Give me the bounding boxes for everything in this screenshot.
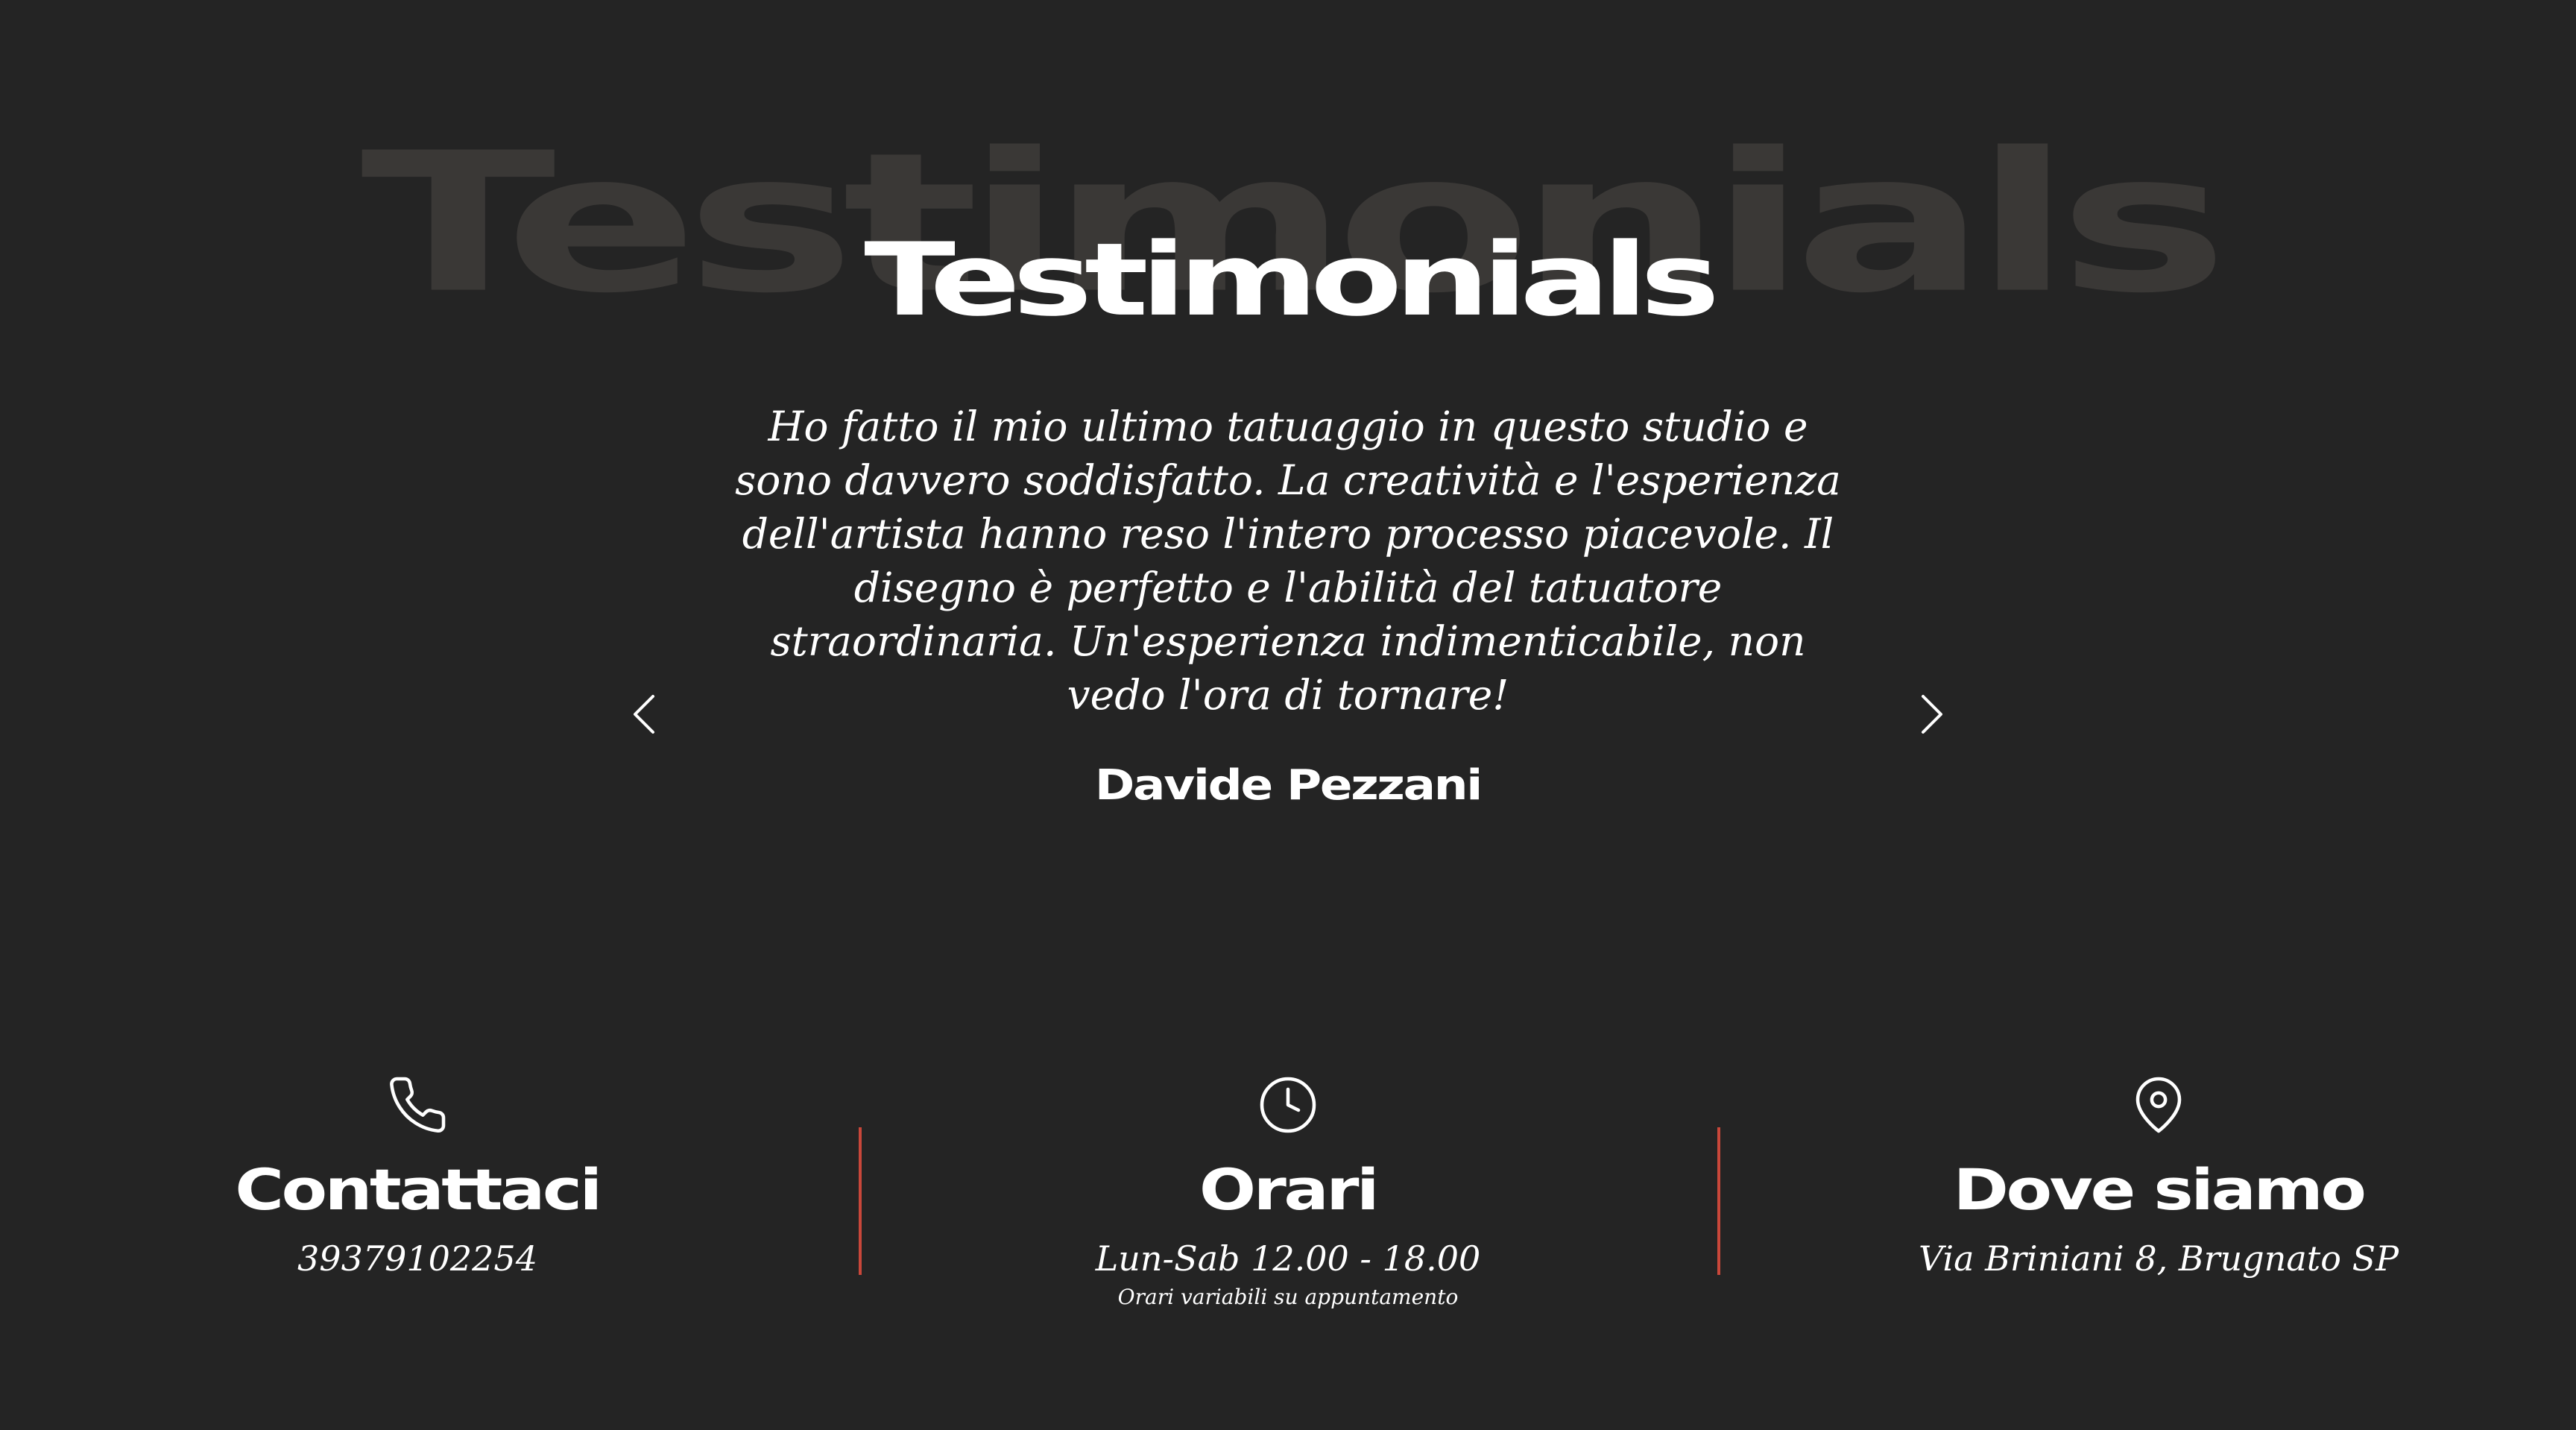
- phone-icon: [390, 1077, 446, 1133]
- hours-text: Lun-Sab 12.00 - 18.00: [1095, 1238, 1481, 1279]
- location-address-link[interactable]: Via Briniani 8, Brugnato SP: [1786, 1236, 2531, 1281]
- map-pin-icon: [2135, 1077, 2182, 1133]
- hours-column: Orari Lun-Sab 12.00 - 18.00 Orari variab…: [915, 1074, 1661, 1311]
- testimonial-quote: Ho fatto il mio ultimo tatuaggio in ques…: [735, 403, 1841, 719]
- clock-icon: [1260, 1077, 1316, 1133]
- contact-phone-link[interactable]: 39379102254: [45, 1236, 790, 1281]
- location-title: Dove siamo: [1953, 1156, 2367, 1223]
- chevron-left-icon: [634, 695, 654, 734]
- next-testimonial-button[interactable]: [1910, 684, 1954, 744]
- contact-title: Contattaci: [235, 1156, 602, 1223]
- section-title: Testimonials: [864, 221, 1720, 339]
- hours-title: Orari: [1199, 1156, 1380, 1223]
- testimonial-author: Davide Pezzani: [1094, 761, 1483, 810]
- contact-column: Contattaci 39379102254: [45, 1074, 790, 1281]
- prev-testimonial-button[interactable]: [622, 684, 666, 744]
- chevron-right-icon: [1922, 695, 1942, 734]
- location-column: Dove siamo Via Briniani 8, Brugnato SP: [1786, 1074, 2531, 1281]
- page: Testimonials Testimonials Ho fatto il mi…: [0, 0, 2576, 1430]
- hours-note: Orari variabili su appuntamento: [1117, 1285, 1459, 1309]
